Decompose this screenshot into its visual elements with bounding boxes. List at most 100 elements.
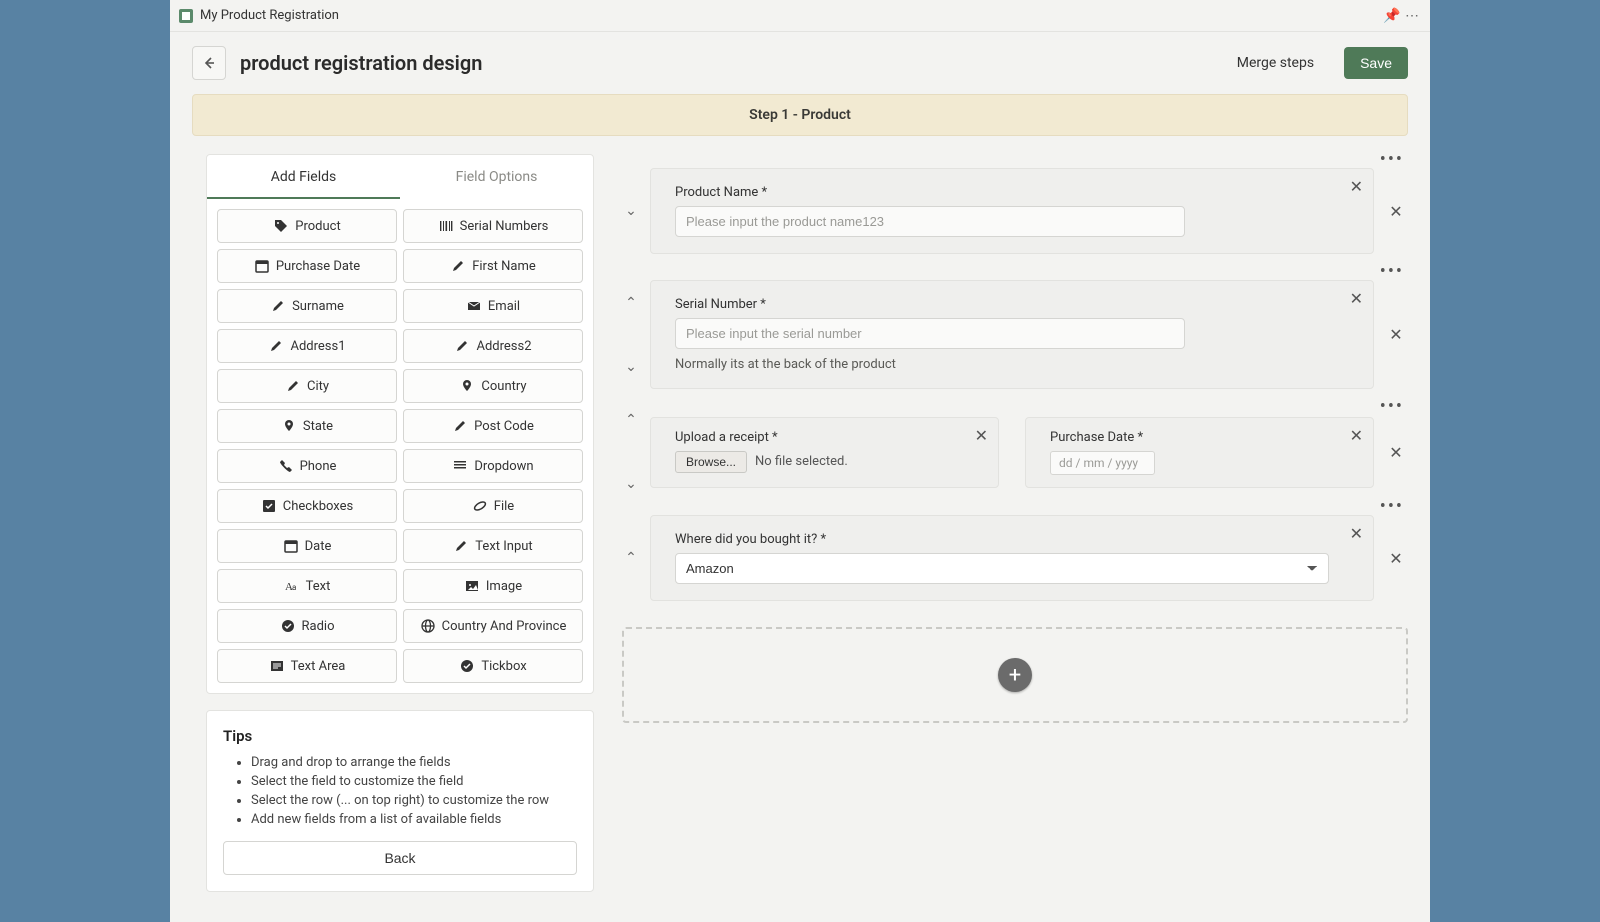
field-chip-file[interactable]: File: [403, 489, 583, 523]
field-chip-serial-numbers[interactable]: Serial Numbers: [403, 209, 583, 243]
file-icon: [472, 498, 488, 514]
row-move-down[interactable]: ⌄: [625, 362, 637, 372]
text-input[interactable]: [675, 206, 1185, 237]
field-chip-address1[interactable]: Address1: [217, 329, 397, 363]
tips-title: Tips: [223, 727, 577, 745]
field-chip-label: Country: [481, 379, 526, 394]
field-chip-text-area[interactable]: Text Area: [217, 649, 397, 683]
field-chip-purchase-date[interactable]: Purchase Date: [217, 249, 397, 283]
app-title: My Product Registration: [200, 8, 339, 23]
image-icon: [464, 578, 480, 594]
globe-icon: [420, 618, 436, 634]
row-remove-icon[interactable]: ✕: [1389, 443, 1402, 462]
field-card[interactable]: ✕ Where did you bought it? * Amazon: [650, 515, 1374, 601]
barcode-icon: [438, 218, 454, 234]
row-more-icon[interactable]: •••: [1378, 266, 1406, 278]
back-arrow-button[interactable]: [192, 46, 226, 80]
field-chip-label: Checkboxes: [283, 499, 353, 514]
field-card[interactable]: ✕Purchase Date *dd / mm / yyyy: [1025, 417, 1374, 488]
field-label: Upload a receipt *: [675, 430, 954, 445]
tip-item: Select the field to customize the field: [251, 774, 577, 789]
field-card[interactable]: ✕ Product Name *: [650, 168, 1374, 254]
date-input[interactable]: dd / mm / yyyy: [1050, 451, 1155, 475]
field-chip-post-code[interactable]: Post Code: [403, 409, 583, 443]
file-status: No file selected.: [755, 454, 848, 469]
pin-icon: [459, 378, 475, 394]
tip-item: Add new fields from a list of available …: [251, 812, 577, 827]
textarea-icon: [269, 658, 285, 674]
calendar-icon: [283, 538, 299, 554]
field-chip-label: Email: [488, 299, 520, 314]
field-chip-country[interactable]: Country: [403, 369, 583, 403]
field-chip-label: Post Code: [474, 419, 534, 434]
add-row-button[interactable]: +: [998, 658, 1032, 692]
pencil-icon: [450, 258, 466, 274]
field-remove-icon[interactable]: ✕: [975, 426, 988, 445]
field-chip-label: Dropdown: [474, 459, 533, 474]
field-chip-image[interactable]: Image: [403, 569, 583, 603]
row-move-up[interactable]: ⌃: [625, 415, 637, 425]
row-remove-icon[interactable]: ✕: [1389, 202, 1402, 221]
row-more-icon[interactable]: •••: [1378, 401, 1406, 413]
dropdown-icon: [452, 458, 468, 474]
field-label: Where did you bought it? *: [675, 532, 1329, 547]
field-chip-address2[interactable]: Address2: [403, 329, 583, 363]
field-remove-icon[interactable]: ✕: [1350, 289, 1363, 308]
field-remove-icon[interactable]: ✕: [1350, 426, 1363, 445]
step-banner: Step 1 - Product: [192, 94, 1408, 136]
pin-icon[interactable]: 📌: [1382, 8, 1402, 24]
browse-button[interactable]: Browse...: [675, 451, 747, 473]
field-chip-dropdown[interactable]: Dropdown: [403, 449, 583, 483]
field-chip-label: Phone: [300, 459, 337, 474]
field-remove-icon[interactable]: ✕: [1350, 524, 1363, 543]
field-card[interactable]: ✕ Upload a receipt * Browse... No file sele…: [650, 417, 999, 488]
field-chip-label: Serial Numbers: [460, 219, 549, 234]
row-remove-icon[interactable]: ✕: [1389, 549, 1402, 568]
tab-add-fields[interactable]: Add Fields: [207, 155, 400, 199]
row-move-up[interactable]: ⌃: [625, 298, 637, 308]
field-chip-label: City: [307, 379, 329, 394]
row-move-up[interactable]: ⌃: [625, 553, 637, 563]
tips-card: Tips Drag and drop to arrange the fields…: [206, 710, 594, 892]
save-button[interactable]: Save: [1344, 47, 1408, 79]
field-chip-date[interactable]: Date: [217, 529, 397, 563]
add-row-zone[interactable]: +: [622, 627, 1408, 723]
field-chip-checkboxes[interactable]: Checkboxes: [217, 489, 397, 523]
field-chip-label: Image: [486, 579, 522, 594]
select-input[interactable]: Amazon: [675, 553, 1329, 584]
field-chip-first-name[interactable]: First Name: [403, 249, 583, 283]
tab-field-options[interactable]: Field Options: [400, 155, 593, 199]
check-icon: [261, 498, 277, 514]
row-more-icon[interactable]: •••: [1378, 501, 1406, 513]
field-remove-icon[interactable]: ✕: [1350, 177, 1363, 196]
field-label: Product Name *: [675, 185, 1329, 200]
field-chip-label: Radio: [302, 619, 335, 634]
field-chip-email[interactable]: Email: [403, 289, 583, 323]
pencil-icon: [453, 538, 469, 554]
field-chip-surname[interactable]: Surname: [217, 289, 397, 323]
row-move-down[interactable]: ⌄: [625, 479, 637, 489]
row-more-icon[interactable]: •••: [1378, 154, 1406, 166]
calendar-icon: [254, 258, 270, 274]
merge-steps-link[interactable]: Merge steps: [1237, 55, 1314, 71]
field-chip-text-input[interactable]: Text Input: [403, 529, 583, 563]
field-chip-text[interactable]: Text: [217, 569, 397, 603]
pencil-icon: [268, 338, 284, 354]
topbar-more-icon[interactable]: ⋯: [1402, 8, 1422, 24]
row-remove-icon[interactable]: ✕: [1389, 325, 1402, 344]
field-chip-phone[interactable]: Phone: [217, 449, 397, 483]
field-chip-state[interactable]: State: [217, 409, 397, 443]
field-chip-city[interactable]: City: [217, 369, 397, 403]
field-chip-product[interactable]: Product: [217, 209, 397, 243]
builder-row: ••• ⌃ ⌄ ✕ Upload a receipt * Browse... No file…: [622, 401, 1408, 489]
text-input[interactable]: [675, 318, 1185, 349]
builder-row: ••• ⌄ ✕ Product Name * ✕: [622, 154, 1408, 254]
back-button[interactable]: Back: [223, 841, 577, 875]
field-chip-label: State: [303, 419, 333, 434]
field-chip-tickbox[interactable]: Tickbox: [403, 649, 583, 683]
field-card[interactable]: ✕Serial Number *Normally its at the back…: [650, 280, 1374, 389]
field-chip-radio[interactable]: Radio: [217, 609, 397, 643]
row-move-down[interactable]: ⌄: [625, 206, 637, 216]
field-chip-country-and-province[interactable]: Country And Province: [403, 609, 583, 643]
mail-icon: [466, 298, 482, 314]
